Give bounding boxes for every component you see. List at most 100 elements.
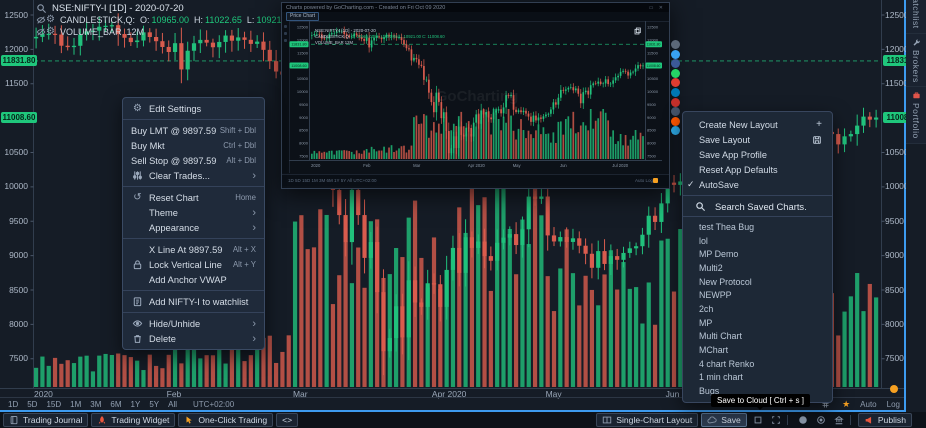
add-anchor-vwap-menu-item[interactable]: Add Anchor VWAP (123, 272, 264, 287)
appearance-menu-item[interactable]: Appearance› (123, 220, 264, 235)
share-twitter-icon[interactable] (671, 50, 680, 59)
auto-scale-toggle[interactable]: Auto (860, 400, 876, 409)
square-icon[interactable] (751, 414, 765, 426)
saved-chart-newpp[interactable]: NEWPP (683, 288, 832, 302)
menu-item-label: Appearance (149, 223, 199, 233)
save-button[interactable]: Save (701, 413, 747, 427)
saved-chart-new-protocol[interactable]: New Protocol (683, 275, 832, 289)
menu-item-label: Edit Settings (149, 104, 201, 114)
share-facebook-icon[interactable] (671, 59, 680, 68)
buy-mkt-menu-item[interactable]: Buy MktCtrl + Dbl (123, 138, 264, 153)
menu-item-label: Buy LMT @ 9897.59 (131, 126, 216, 136)
chevron-right-icon: › (252, 319, 256, 329)
symbol-search-icon[interactable] (36, 3, 47, 14)
hide-volume-icon[interactable] (36, 27, 46, 37)
price-tick-7500: 7500 (2, 354, 28, 363)
delete-menu-item[interactable]: Delete› (123, 331, 264, 346)
share-whatsapp-icon[interactable] (671, 69, 680, 78)
trading-journal-button[interactable]: Trading Journal (3, 413, 88, 427)
hide-study-icon[interactable] (36, 15, 46, 25)
timeframe-1d-button[interactable]: 1D (8, 400, 18, 409)
chart-snapshot-preview: Charts powered by GoCharting.com - Creat… (281, 2, 670, 189)
share-email-icon[interactable] (671, 107, 680, 116)
trading-app: NSE:NIFTY-I [1D] - 2020-07-20 ⚙ CANDLEST… (0, 0, 926, 428)
portfolio-icon (912, 91, 921, 100)
buy-lmt-9897-59-menu-item[interactable]: Buy LMT @ 9897.59Shift + Dbl (123, 123, 264, 138)
timeframe-6m-button[interactable]: 6M (110, 400, 121, 409)
target-icon[interactable] (814, 414, 828, 426)
sell-stop-9897-59-menu-item[interactable]: Sell Stop @ 9897.59Alt + Dbl (123, 153, 264, 168)
edit-settings-menu-item[interactable]: ⚙Edit Settings (123, 101, 264, 116)
log-scale-toggle[interactable]: Log (887, 400, 900, 409)
saved-chart-2ch[interactable]: 2ch (683, 302, 832, 316)
saved-chart-multi2[interactable]: Multi2 (683, 261, 832, 275)
timeframe-3m-button[interactable]: 3M (90, 400, 101, 409)
menu-item-label: Sell Stop @ 9897.59 (131, 156, 216, 166)
share-pinterest-icon[interactable] (671, 78, 680, 87)
clear-trades-menu-item[interactable]: Clear Trades...› (123, 168, 264, 183)
share-telegram-icon[interactable] (671, 126, 680, 135)
sidebar-tab-portfolio[interactable]: Portfolio (906, 87, 926, 144)
bank-icon[interactable] (832, 414, 846, 426)
save-app-profile-menu-item[interactable]: Save App Profile (683, 147, 832, 162)
svg-text:O: 10965.00 H: 11022.65 L: 109: O: 10965.00 H: 11022.65 L: 10921.00 C: 1… (351, 34, 445, 39)
expand-icon[interactable] (769, 414, 783, 426)
-button[interactable]: <> (276, 413, 298, 427)
reset-chart-menu-item[interactable]: ↺Reset ChartHome (123, 190, 264, 205)
cloud-icon (707, 415, 717, 425)
megaphone-icon (864, 415, 874, 425)
reset-app-defaults-menu-item[interactable]: Reset App Defaults (683, 162, 832, 177)
sidebar-tab-brokers[interactable]: Brokers (906, 34, 926, 88)
menu-item-label: Clear Trades... (149, 171, 210, 181)
autosave-menu-item[interactable]: ✓AutoSave (683, 177, 832, 192)
menu-item-label: X Line At 9897.59 (149, 245, 222, 255)
menu-item-label: Save Layout (699, 135, 750, 145)
timeframe-1y-button[interactable]: 1Y (131, 400, 141, 409)
save-layout-menu-item[interactable]: Save Layout (683, 132, 832, 147)
camera-icon[interactable] (796, 414, 810, 426)
trading-widget-button[interactable]: Trading Widget (91, 413, 175, 427)
sidebar-tab-watchlist[interactable]: Watchlist (906, 0, 926, 34)
svg-text:10000: 10000 (297, 89, 309, 94)
share-buttons-column (671, 40, 680, 136)
saved-chart-4-chart-renko[interactable]: 4 chart Renko (683, 357, 832, 371)
saved-chart-1-min-chart[interactable]: 1 min chart (683, 371, 832, 385)
copy-image-icon[interactable] (634, 27, 642, 37)
saved-chart-mchart[interactable]: MChart (683, 343, 832, 357)
open-label: O: (140, 15, 150, 25)
search-saved-charts-input[interactable]: Search Saved Charts. (683, 195, 832, 217)
share-youtube-icon[interactable] (671, 98, 680, 107)
publish-button[interactable]: Publish (858, 413, 912, 427)
chart-context-menu: ⚙Edit Settings Buy LMT @ 9897.59Shift + D… (122, 97, 265, 350)
saved-chart-lol[interactable]: lol (683, 234, 832, 248)
one-click-trading-button[interactable]: One-Click Trading (178, 413, 273, 427)
create-new-layout-menu-item[interactable]: Create New Layout+ (683, 117, 832, 132)
timeframe-15d-button[interactable]: 15D (46, 400, 61, 409)
lock-vertical-line-menu-item[interactable]: Lock Vertical LineAlt + Y (123, 257, 264, 272)
saved-chart-mp-demo[interactable]: MP Demo (683, 247, 832, 261)
svg-text:9500: 9500 (647, 102, 657, 107)
svg-text:11500: 11500 (647, 50, 659, 55)
volume-settings-gear-icon[interactable]: ⚙ (46, 27, 55, 37)
timezone-label[interactable]: UTC+02:00 (193, 400, 234, 409)
saved-chart-test-thea-bug[interactable]: test Thea Bug (683, 220, 832, 234)
hide-unhide-menu-item[interactable]: Hide/Unhide› (123, 316, 264, 331)
search-placeholder: Search Saved Charts. (715, 201, 807, 212)
timeframe-1m-button[interactable]: 1M (70, 400, 81, 409)
share-more-icon[interactable] (671, 40, 680, 49)
single-chart-layout-button[interactable]: Single-Chart Layout (596, 413, 698, 427)
timeframe-all-button[interactable]: All (168, 400, 177, 409)
study-settings-gear-icon[interactable]: ⚙ (46, 15, 55, 25)
favorite-star-icon[interactable]: ★ (842, 399, 850, 410)
button-label: One-Click Trading (198, 415, 267, 425)
lock-icon (131, 259, 144, 270)
x-line-at-9897-59-menu-item[interactable]: X Line At 9897.59Alt + X (123, 242, 264, 257)
timeframe-5y-button[interactable]: 5Y (149, 400, 159, 409)
timeframe-5d-button[interactable]: 5D (27, 400, 37, 409)
add-nifty-i-to-watchlist-menu-item[interactable]: Add NIFTY-I to watchlist (123, 294, 264, 309)
saved-chart-multi-chart[interactable]: Multi Chart (683, 330, 832, 344)
share-reddit-icon[interactable] (671, 117, 680, 126)
saved-chart-mp[interactable]: MP (683, 316, 832, 330)
theme-menu-item[interactable]: Theme› (123, 205, 264, 220)
share-linkedin-icon[interactable] (671, 88, 680, 97)
